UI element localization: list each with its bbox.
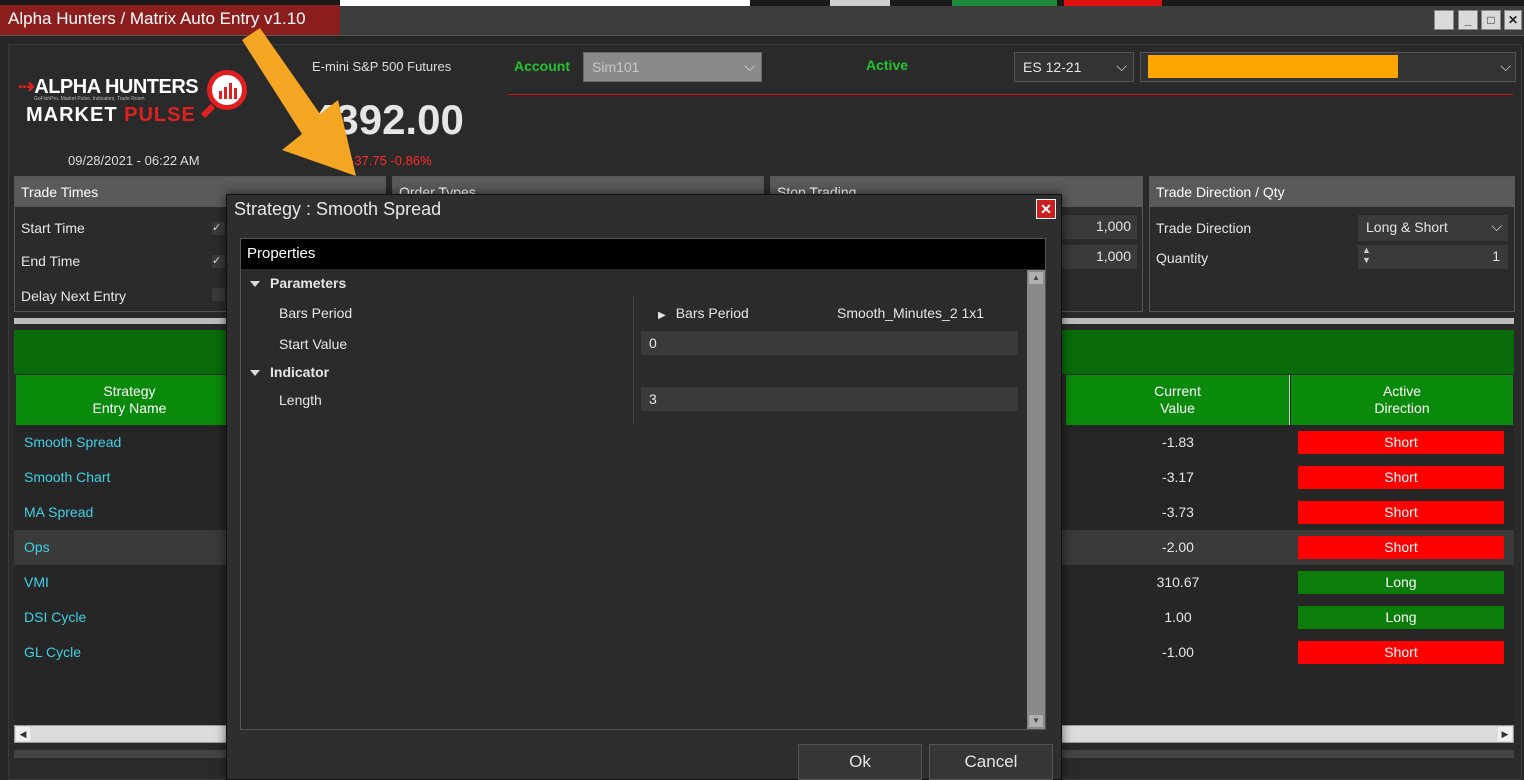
current-value: -2.00 [1162, 539, 1194, 555]
length-label: Length [279, 392, 322, 408]
account-label: Account [514, 58, 570, 74]
strategy-name[interactable]: MA Spread [24, 504, 93, 520]
direction-badge: Long [1298, 606, 1504, 629]
current-value: -3.17 [1162, 469, 1194, 485]
collapse-icon [250, 370, 260, 377]
trade-direction-panel: Trade Direction / Qty Trade Direction Lo… [1149, 176, 1515, 312]
scroll-left-icon[interactable]: ◀ [16, 727, 30, 741]
instrument-select[interactable]: ES 12-21 ⌵ [1014, 52, 1134, 82]
header-divider [508, 94, 1513, 95]
chevron-down-icon: ⌵ [744, 58, 755, 74]
chevron-down-icon: ⌵ [1491, 218, 1502, 234]
length-input[interactable]: 3 [641, 387, 1018, 411]
quantity-label: Quantity [1156, 250, 1209, 266]
scroll-down-icon[interactable]: ▼ [1029, 715, 1043, 727]
stop-trading-field-1[interactable]: 1,000 [1059, 215, 1137, 239]
account-select[interactable]: Sim101 ⌵ [583, 52, 762, 82]
current-value: 310.67 [1156, 574, 1200, 590]
start-time-checkbox[interactable]: ✓ [212, 222, 225, 235]
maximize-icon[interactable]: □ [1481, 10, 1501, 30]
panel-title: Trade Direction / Qty [1150, 177, 1514, 207]
app-root: Alpha Hunters / Matrix Auto Entry v1.10 … [0, 0, 1524, 780]
direction-badge: Short [1298, 466, 1504, 489]
direction-badge: Short [1298, 536, 1504, 559]
logo-line2: MARKET PULSE [26, 104, 196, 126]
current-value: -1.83 [1162, 434, 1194, 450]
current-value: 1.00 [1164, 609, 1192, 625]
restore-icon[interactable] [1434, 10, 1454, 30]
column-header-active-direction[interactable]: Active Direction [1291, 375, 1513, 425]
header-text: Strategy [103, 383, 156, 399]
strategy-name[interactable]: VMI [24, 574, 49, 590]
datetime: 09/28/2021 - 06:22 AM [68, 153, 200, 168]
connection-status-bar [1148, 55, 1398, 78]
scroll-up-icon[interactable]: ▲ [1029, 272, 1043, 284]
strategy-name[interactable]: Smooth Spread [24, 434, 121, 450]
column-divider [633, 295, 634, 425]
direction-badge: Short [1298, 431, 1504, 454]
bars-period-label: Bars Period [279, 305, 353, 321]
properties-header: Properties [241, 239, 1045, 269]
close-icon[interactable]: ✕ [1036, 199, 1056, 219]
header-text: Entry Name [92, 400, 167, 416]
chevron-down-icon: ⌵ [1500, 58, 1511, 74]
collapse-icon [250, 281, 260, 288]
annotation-arrow [242, 28, 356, 176]
header-text: Active [1382, 383, 1422, 399]
start-time-label: Start Time [21, 220, 85, 236]
header-text: Current [1154, 383, 1201, 399]
direction-badge: Long [1298, 571, 1504, 594]
chevron-down-icon: ⌵ [1116, 58, 1127, 74]
direction-badge: Short [1298, 641, 1504, 664]
minimize-icon[interactable]: _ [1458, 10, 1478, 30]
start-value-label: Start Value [279, 336, 348, 352]
column-header-strategy[interactable]: Strategy Entry Name [16, 375, 244, 425]
ok-button[interactable]: Ok [798, 744, 922, 780]
column-header-current-value[interactable]: Current Value [1066, 375, 1290, 425]
bars-period-expander[interactable]: ▶ Bars Period [658, 305, 749, 321]
strategy-name[interactable]: Smooth Chart [24, 469, 110, 485]
header-text: Value [1160, 400, 1195, 416]
dialog-title: Strategy : Smooth Spread [234, 199, 442, 219]
section-parameters[interactable]: Parameters [250, 275, 346, 291]
current-value: -3.73 [1162, 504, 1194, 520]
close-icon[interactable]: ✕ [1504, 10, 1522, 30]
strategy-name[interactable]: Ops [24, 539, 50, 555]
end-time-label: End Time [21, 253, 81, 269]
trade-direction-select[interactable]: Long & Short ⌵ [1358, 215, 1508, 241]
delay-next-entry-checkbox[interactable] [212, 288, 225, 301]
current-value: -1.00 [1162, 644, 1194, 660]
delay-next-entry-label: Delay Next Entry [21, 288, 127, 304]
header-text: Direction [1374, 400, 1430, 416]
direction-badge: Short [1298, 501, 1504, 524]
cancel-button[interactable]: Cancel [929, 744, 1053, 780]
expand-icon: ▶ [658, 310, 666, 321]
vertical-scrollbar[interactable] [1027, 270, 1045, 729]
stepper-arrows-icon[interactable]: ▲ ▼ [1362, 245, 1371, 265]
quantity-stepper[interactable]: ▲ ▼ 1 [1358, 245, 1508, 269]
section-indicator[interactable]: Indicator [250, 364, 329, 380]
logo-subtitle: GoFishPro, Market Pulse, Indicators, Tra… [34, 96, 145, 102]
stop-trading-field-2[interactable]: 1,000 [1059, 245, 1137, 269]
strategy-name[interactable]: GL Cycle [24, 644, 81, 660]
bars-period-value: Smooth_Minutes_2 1x1 [837, 305, 985, 321]
start-value-input[interactable]: 0 [641, 331, 1018, 355]
strategy-name[interactable]: DSI Cycle [24, 609, 86, 625]
status-label: Active [866, 57, 909, 73]
trade-direction-label: Trade Direction [1156, 220, 1252, 236]
end-time-checkbox[interactable]: ✓ [212, 255, 225, 268]
scroll-right-icon[interactable]: ▶ [1498, 727, 1512, 741]
